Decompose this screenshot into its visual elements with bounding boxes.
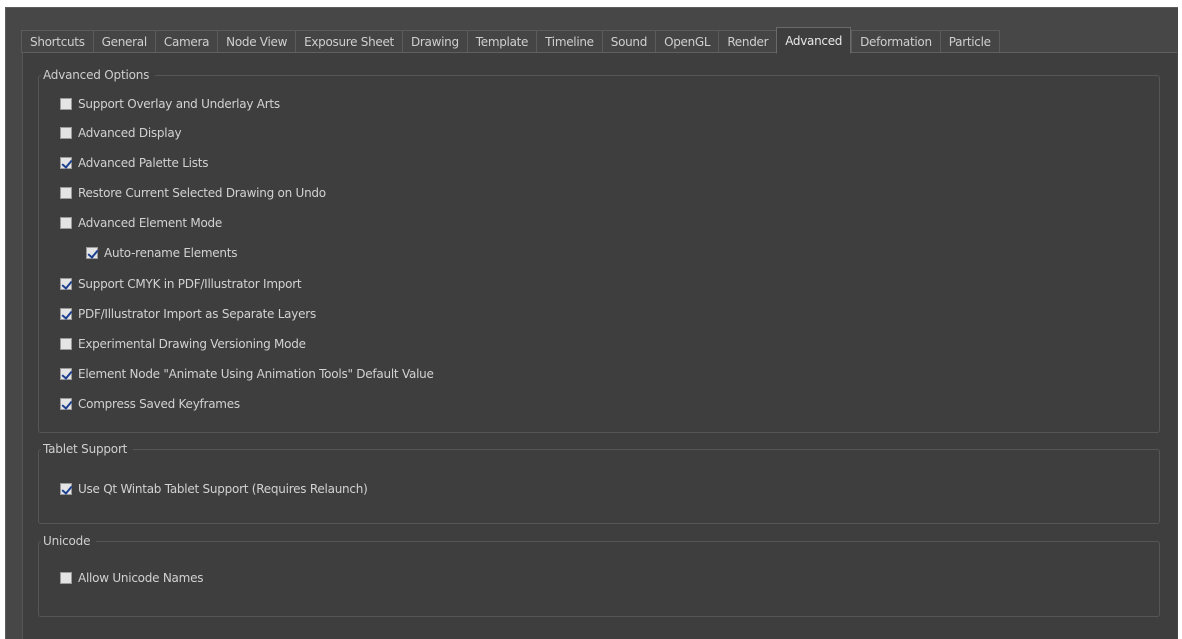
option-label: Restore Current Selected Drawing on Undo: [78, 186, 326, 200]
tab-drawing[interactable]: Drawing: [401, 30, 467, 53]
tab-node-view[interactable]: Node View: [217, 30, 296, 53]
option-label: Compress Saved Keyframes: [78, 397, 240, 411]
option-label: Advanced Element Mode: [78, 216, 223, 230]
advanced-options-group: Advanced Options Support Overlay and Und…: [38, 67, 1160, 433]
option-label: Support Overlay and Underlay Arts: [78, 97, 280, 111]
experimental-drawing-versioning-option[interactable]: Experimental Drawing Versioning Mode: [60, 335, 306, 353]
option-label: Advanced Display: [78, 126, 182, 140]
option-label: Advanced Palette Lists: [78, 156, 209, 170]
checkbox[interactable]: [60, 98, 72, 110]
checkbox[interactable]: [60, 127, 72, 139]
option-label: Allow Unicode Names: [78, 571, 204, 585]
checkbox[interactable]: [60, 483, 72, 495]
checkbox[interactable]: [60, 572, 72, 584]
checkbox[interactable]: [60, 217, 72, 229]
unicode-group: Unicode Allow Unicode Names: [38, 533, 1160, 617]
tab-sound[interactable]: Sound: [601, 30, 656, 53]
advanced-palette-lists-option[interactable]: Advanced Palette Lists: [60, 154, 208, 172]
advanced-tab-panel: Advanced Options Support Overlay and Und…: [22, 52, 1177, 639]
option-label: Support CMYK in PDF/Illustrator Import: [78, 277, 302, 291]
tab-template[interactable]: Template: [466, 30, 537, 53]
tab-render[interactable]: Render: [718, 30, 777, 53]
support-cmyk-pdf-import-option[interactable]: Support CMYK in PDF/Illustrator Import: [60, 275, 302, 293]
advanced-options-title: Advanced Options: [41, 67, 156, 83]
checkbox[interactable]: [60, 157, 72, 169]
tab-camera[interactable]: Camera: [154, 30, 218, 53]
option-label: Use Qt Wintab Tablet Support (Requires R…: [78, 482, 368, 496]
qt-wintab-tablet-support-option[interactable]: Use Qt Wintab Tablet Support (Requires R…: [60, 480, 368, 498]
preferences-tab-bar: Shortcuts General Camera Node View Expos…: [21, 27, 1000, 54]
option-label: Experimental Drawing Versioning Mode: [78, 337, 306, 351]
option-label: PDF/Illustrator Import as Separate Layer…: [78, 307, 316, 321]
option-label: Auto-rename Elements: [104, 246, 238, 260]
tablet-support-title: Tablet Support: [41, 441, 134, 457]
auto-rename-elements-option[interactable]: Auto-rename Elements: [86, 244, 238, 262]
checkbox[interactable]: [60, 187, 72, 199]
tablet-support-group: Tablet Support Use Qt Wintab Tablet Supp…: [38, 441, 1160, 524]
tab-timeline[interactable]: Timeline: [536, 30, 602, 53]
checkbox[interactable]: [86, 247, 98, 259]
tab-deformation[interactable]: Deformation: [851, 30, 940, 53]
element-node-animate-default-option[interactable]: Element Node "Animate Using Animation To…: [60, 365, 434, 383]
tab-general[interactable]: General: [92, 30, 155, 53]
checkbox[interactable]: [60, 398, 72, 410]
tab-particle[interactable]: Particle: [939, 30, 1000, 53]
tab-shortcuts[interactable]: Shortcuts: [21, 30, 93, 53]
support-overlay-underlay-arts-option[interactable]: Support Overlay and Underlay Arts: [60, 95, 280, 113]
tab-advanced[interactable]: Advanced: [776, 27, 852, 54]
option-label: Element Node "Animate Using Animation To…: [78, 367, 434, 381]
advanced-display-option[interactable]: Advanced Display: [60, 124, 182, 142]
pdf-import-separate-layers-option[interactable]: PDF/Illustrator Import as Separate Layer…: [60, 305, 316, 323]
compress-saved-keyframes-option[interactable]: Compress Saved Keyframes: [60, 395, 240, 413]
checkbox[interactable]: [60, 278, 72, 290]
tab-opengl[interactable]: OpenGL: [655, 30, 719, 53]
checkbox[interactable]: [60, 308, 72, 320]
advanced-element-mode-option[interactable]: Advanced Element Mode: [60, 214, 222, 232]
restore-selected-drawing-on-undo-option[interactable]: Restore Current Selected Drawing on Undo: [60, 184, 326, 202]
unicode-title: Unicode: [41, 533, 97, 549]
allow-unicode-names-option[interactable]: Allow Unicode Names: [60, 569, 203, 587]
checkbox[interactable]: [60, 338, 72, 350]
checkbox[interactable]: [60, 368, 72, 380]
tab-exposure-sheet[interactable]: Exposure Sheet: [295, 30, 402, 53]
